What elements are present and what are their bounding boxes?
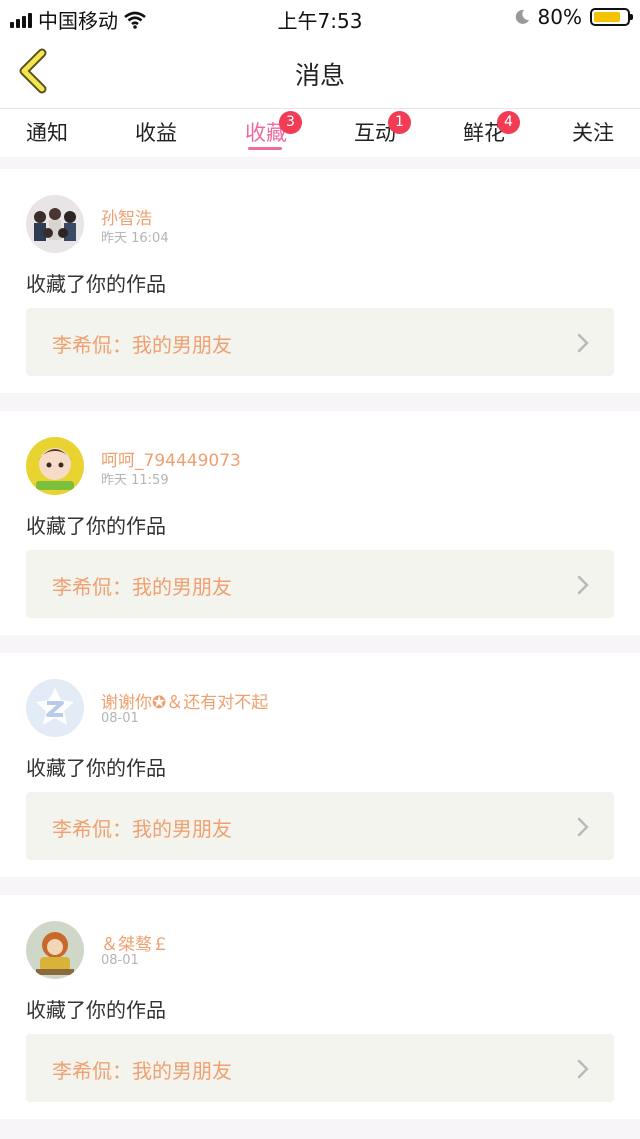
action-text: 收藏了你的作品: [26, 272, 166, 296]
tab-notice[interactable]: 通知: [26, 117, 68, 147]
page-title: 消息: [294, 61, 345, 90]
avatar[interactable]: [26, 921, 84, 979]
work-link[interactable]: 李希侃：我的男朋友: [26, 308, 614, 376]
tab-bar: 通知 收益 收藏 3 互动 1 鲜花 4 关注: [0, 109, 640, 157]
favorites-list: 孙智浩 昨天 16:04 收藏了你的作品 李希侃：我的男朋友 呵呵_794449…: [0, 157, 640, 1119]
action-text: 收藏了你的作品: [26, 998, 166, 1022]
tab-label: 收益: [135, 121, 177, 145]
list-item: 孙智浩 昨天 16:04 收藏了你的作品 李希侃：我的男朋友: [0, 169, 640, 393]
timestamp: 08-01: [101, 953, 139, 968]
avatar[interactable]: [26, 195, 84, 253]
battery-icon: [590, 8, 633, 26]
timestamp: 昨天 11:59: [101, 473, 169, 488]
chevron-right-icon: [577, 1059, 589, 1079]
tab-favorites[interactable]: 收藏 3: [245, 111, 302, 147]
tab-follow[interactable]: 关注: [572, 117, 614, 147]
work-link[interactable]: 李希侃：我的男朋友: [26, 1034, 614, 1102]
tab-interactions[interactable]: 互动 1: [354, 111, 411, 147]
work-title: 李希侃：我的男朋友: [52, 575, 232, 599]
nav-bar: 消息: [0, 34, 640, 109]
chevron-right-icon: [577, 817, 589, 837]
tab-earnings[interactable]: 收益: [135, 117, 177, 147]
status-right: 80%: [514, 5, 633, 29]
chevron-right-icon: [577, 575, 589, 595]
tab-label: 关注: [572, 121, 614, 145]
tab-label: 通知: [26, 121, 68, 145]
username[interactable]: 呵呵_794449073: [101, 446, 241, 471]
status-bar: 中国移动 上午7:53 80%: [0, 0, 640, 34]
tab-badge: 3: [279, 111, 302, 134]
tab-badge: 4: [497, 111, 520, 134]
username[interactable]: 谢谢你✪＆还有对不起: [101, 688, 268, 713]
list-item: 呵呵_794449073 昨天 11:59 收藏了你的作品 李希侃：我的男朋友: [0, 411, 640, 635]
username[interactable]: ＆桀骜￡: [101, 930, 169, 955]
work-title: 李希侃：我的男朋友: [52, 1059, 232, 1083]
work-title: 李希侃：我的男朋友: [52, 333, 232, 357]
work-link[interactable]: 李希侃：我的男朋友: [26, 792, 614, 860]
tab-flowers[interactable]: 鲜花 4: [463, 111, 520, 147]
battery-fill: [594, 12, 620, 22]
active-tab-indicator: [248, 147, 282, 150]
tab-badge: 1: [388, 111, 411, 134]
list-item: ＆桀骜￡ 08-01 收藏了你的作品 李希侃：我的男朋友: [0, 895, 640, 1119]
work-title: 李希侃：我的男朋友: [52, 817, 232, 841]
action-text: 收藏了你的作品: [26, 514, 166, 538]
avatar[interactable]: [26, 437, 84, 495]
timestamp: 08-01: [101, 711, 139, 726]
battery-percent: 80%: [537, 5, 582, 29]
moon-icon: [515, 9, 529, 24]
username[interactable]: 孙智浩: [101, 204, 152, 229]
action-text: 收藏了你的作品: [26, 756, 166, 780]
work-link[interactable]: 李希侃：我的男朋友: [26, 550, 614, 618]
chevron-right-icon: [577, 333, 589, 353]
timestamp: 昨天 16:04: [101, 231, 169, 246]
avatar[interactable]: [26, 679, 84, 737]
list-item: 谢谢你✪＆还有对不起 08-01 收藏了你的作品 李希侃：我的男朋友: [0, 653, 640, 877]
